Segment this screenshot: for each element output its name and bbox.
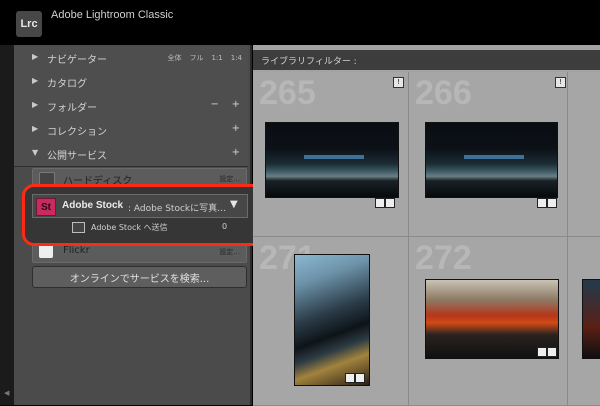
publish-services-header[interactable]: ▼ 公開サービス + xyxy=(14,142,248,167)
flickr-settings[interactable]: 設定... xyxy=(219,247,240,257)
zoom-1-1[interactable]: 1:1 xyxy=(211,54,222,62)
grid-cell-partial[interactable] xyxy=(568,72,600,237)
thumbnail-badges xyxy=(537,347,557,357)
adobe-stock-label: Adobe Stock xyxy=(62,200,124,211)
collapse-arrow-icon[interactable]: ▼ xyxy=(32,148,38,157)
zoom-fit[interactable]: 全体 xyxy=(167,54,181,62)
photo-thumbnail[interactable] xyxy=(582,279,600,359)
publish-services-label: 公開サービス xyxy=(47,151,107,162)
collections-header[interactable]: ▶ コレクション + xyxy=(14,118,248,143)
flag-icon[interactable]: ! xyxy=(393,77,404,88)
adobe-stock-description: : Adobe Stockに写真… xyxy=(128,204,227,214)
find-services-button[interactable]: オンラインでサービスを検索... xyxy=(32,266,247,288)
collections-label: コレクション xyxy=(47,127,107,138)
library-filter-bar[interactable]: ライブラリフィルター : xyxy=(253,50,600,70)
photo-thumbnail[interactable] xyxy=(265,122,399,198)
zoom-fill[interactable]: フル xyxy=(189,54,203,62)
folders-actions: − + xyxy=(211,99,241,110)
expand-arrow-icon[interactable]: ▶ xyxy=(32,76,38,85)
flickr-icon xyxy=(39,245,53,258)
send-count: 0 xyxy=(222,222,228,231)
catalog-header[interactable]: ▶ カタログ xyxy=(14,70,248,95)
grid-cell[interactable]: 272 xyxy=(409,237,568,406)
photo-thumbnail[interactable] xyxy=(425,122,558,198)
folders-header[interactable]: ▶ フォルダー − + xyxy=(14,94,248,119)
expand-arrow-icon[interactable]: ▶ xyxy=(32,52,38,61)
expand-arrow-icon[interactable]: ▶ xyxy=(32,124,38,133)
harddisk-settings[interactable]: 設定... xyxy=(219,174,240,184)
stock-dropdown-icon[interactable]: ▼ xyxy=(230,199,238,210)
folders-label: フォルダー xyxy=(47,103,97,114)
send-to-stock-collection[interactable]: Adobe Stock へ送信 xyxy=(91,222,168,233)
library-filter-label: ライブラリフィルター : xyxy=(261,57,357,67)
cell-index: 272 xyxy=(415,239,472,277)
catalog-label: カタログ xyxy=(47,79,87,90)
thumbnail-badges xyxy=(537,198,557,208)
zoom-1-4[interactable]: 1:4 xyxy=(231,54,242,62)
navigator-label: ナビゲーター xyxy=(47,55,107,66)
grid-cell[interactable]: 271 xyxy=(253,237,409,406)
add-folder-button[interactable]: + xyxy=(232,99,240,110)
navigator-zoom-options: 全体 フル 1:1 1:4 xyxy=(159,53,242,63)
left-edge-strip[interactable]: ◀ xyxy=(0,45,14,405)
flickr-label: Flickr xyxy=(63,245,90,256)
remove-folder-button[interactable]: − xyxy=(211,99,219,110)
title-bar: Lrc Adobe Lightroom Classic xyxy=(0,0,600,45)
navigator-header[interactable]: ▶ ナビゲーター 全体 フル 1:1 1:4 xyxy=(14,46,248,71)
expand-arrow-icon[interactable]: ▶ xyxy=(32,100,38,109)
thumbnail-badges xyxy=(375,198,395,208)
cell-index: 265 xyxy=(259,74,316,112)
photo-thumbnail[interactable] xyxy=(294,254,370,386)
grid-cell-partial[interactable] xyxy=(568,237,600,406)
adobe-stock-icon: St xyxy=(36,198,56,216)
publish-collection-icon xyxy=(72,222,85,233)
thumbnail-badges xyxy=(345,373,365,383)
app-title: Adobe Lightroom Classic xyxy=(51,9,174,21)
grid-cell[interactable]: 266 ! xyxy=(409,72,568,237)
lightroom-logo: Lrc xyxy=(16,11,42,37)
collapse-left-icon[interactable]: ◀ xyxy=(4,389,9,397)
grid-cell[interactable]: 265 ! xyxy=(253,72,409,237)
add-collection-button[interactable]: + xyxy=(232,123,240,134)
add-publish-service-button[interactable]: + xyxy=(232,147,240,158)
cell-index: 266 xyxy=(415,74,472,112)
flag-icon[interactable]: ! xyxy=(555,77,566,88)
